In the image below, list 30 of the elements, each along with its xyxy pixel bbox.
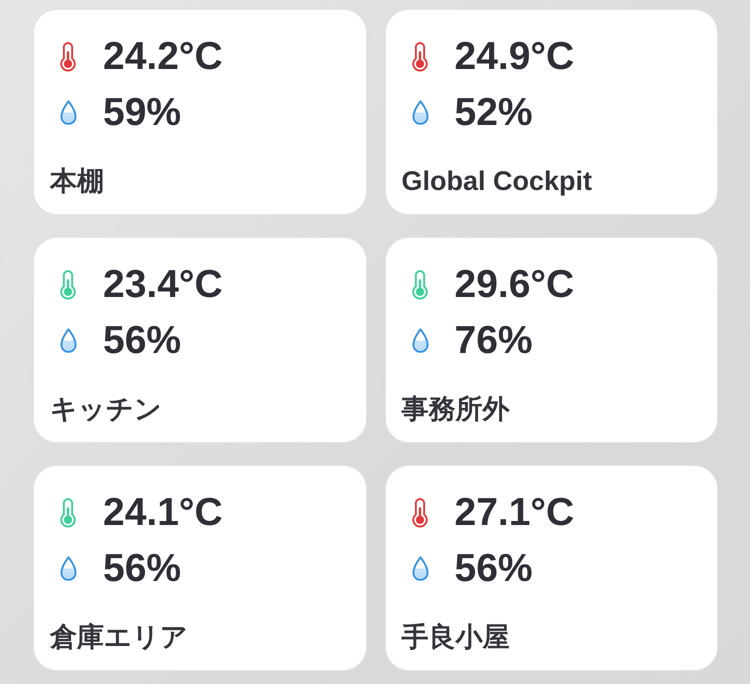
droplet-icon (60, 556, 77, 582)
temperature-value: 27.1°C (454, 490, 574, 536)
humidity-value: 52% (454, 90, 533, 136)
sensor-name: 事務所外 (402, 393, 510, 426)
humidity-value: 56% (103, 318, 182, 364)
temperature-value: 24.1°C (103, 490, 223, 536)
sensor-card[interactable]: 24.2°C 59% 本棚 (33, 9, 366, 215)
humidity-value: 56% (103, 546, 182, 592)
sensor-card[interactable]: 29.6°C 76% 事務所外 (384, 237, 718, 443)
humidity-value: 76% (454, 318, 533, 364)
sensor-card[interactable]: 27.1°C 56% 手良小屋 (384, 465, 718, 671)
sensor-name: キッチン (50, 393, 163, 426)
sensor-name: 倉庫エリア (50, 621, 189, 654)
sensor-card[interactable]: 24.9°C 52% Global Cockpit (384, 9, 718, 215)
droplet-icon (412, 328, 428, 354)
sensor-name: 手良小屋 (402, 621, 510, 654)
humidity-value: 56% (454, 546, 533, 592)
sensor-name: Global Cockpit (402, 165, 594, 198)
sensor-card[interactable]: 23.4°C 56% キッチン (33, 237, 366, 443)
droplet-icon (60, 328, 77, 354)
temperature-value: 23.4°C (103, 262, 223, 308)
temperature-value: 29.6°C (454, 262, 574, 308)
temperature-value: 24.9°C (454, 34, 574, 80)
droplet-icon (60, 100, 77, 126)
droplet-icon (412, 556, 428, 582)
temperature-value: 24.2°C (103, 34, 223, 80)
sensor-card[interactable]: 24.1°C 56% 倉庫エリア (33, 465, 366, 671)
sensor-name: 本棚 (50, 165, 105, 198)
humidity-value: 59% (103, 90, 182, 136)
droplet-icon (412, 100, 428, 126)
